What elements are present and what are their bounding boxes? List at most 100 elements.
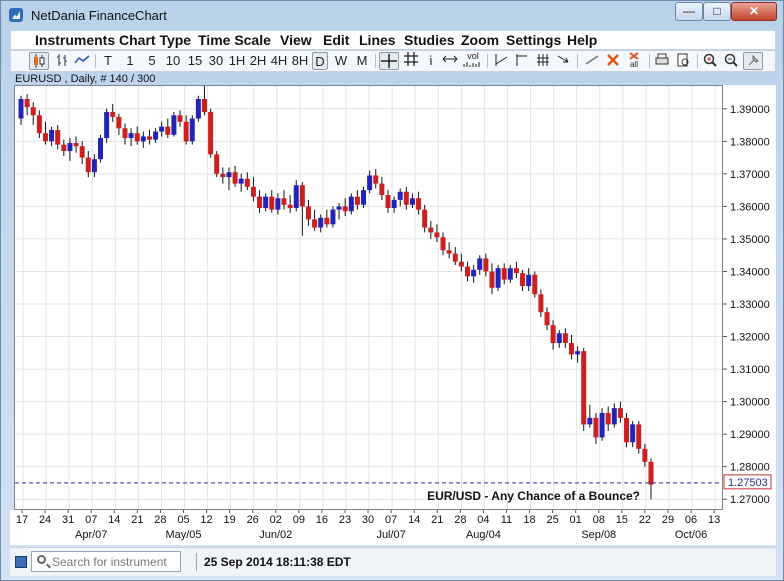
menu-help[interactable]: Help (567, 32, 597, 48)
fibonacci-icon[interactable] (534, 52, 552, 70)
menu-studies[interactable]: Studies (404, 32, 455, 48)
timescale-1h[interactable]: 1H (228, 52, 246, 70)
window-title: NetDania FinanceChart (31, 8, 167, 23)
x-month-label: Oct/06 (675, 529, 707, 541)
timescale-monthly[interactable]: M (354, 52, 370, 70)
pointer-line-icon[interactable] (555, 52, 573, 70)
y-tick-label: 1.30000 (730, 397, 770, 409)
x-tick-label: 23 (339, 514, 351, 526)
timescale-10min[interactable]: 10 (164, 52, 182, 70)
close-button[interactable]: ✕ (731, 2, 777, 21)
candle-down (214, 154, 220, 174)
price-axis[interactable]: 1.39000 1.38000 1.37000 1.36000 1.35000 1.340… (723, 85, 776, 510)
y-tick-label: 1.36000 (730, 201, 770, 213)
app-window: NetDania FinanceChart — □ ✕ Instruments … (0, 0, 784, 581)
candle-up (630, 424, 636, 443)
candle-down (165, 126, 171, 135)
time-axis[interactable]: 17 24 31 07 14 21 28 05 12 19 26 02 09 16 23 30 07 14 21 28… (10, 510, 776, 545)
crosshair-icon[interactable] (379, 52, 399, 70)
menu-settings[interactable]: Settings (506, 32, 561, 48)
candle-up (611, 408, 617, 425)
candle-up (67, 142, 73, 152)
trendline-icon[interactable] (492, 52, 510, 70)
zoom-out-icon[interactable] (722, 52, 740, 70)
search-icon (37, 555, 46, 564)
minimize-button[interactable]: — (675, 2, 703, 21)
delete-drawing-icon[interactable] (604, 52, 622, 70)
candle-up (171, 115, 177, 135)
candle-up (495, 268, 501, 288)
candle-up (195, 99, 201, 119)
search-input[interactable]: Search for instrument (31, 551, 181, 572)
x-tick-label: 29 (662, 514, 674, 526)
x-tick-label: 21 (131, 514, 143, 526)
candle-down (36, 115, 42, 134)
candle-down (220, 173, 226, 178)
timescale-tick[interactable]: T (101, 52, 115, 70)
timescale-8h[interactable]: 8H (291, 52, 309, 70)
timescale-15min[interactable]: 15 (186, 52, 204, 70)
ray-line-icon[interactable] (513, 52, 531, 70)
instrument-list-icon[interactable] (15, 556, 27, 568)
chart-canvas[interactable]: EUR/USD - Any Chance of a Bounce? (15, 79, 722, 509)
candle-up (507, 268, 513, 280)
x-tick-label: 04 (477, 514, 489, 526)
volume-label: vol (467, 51, 479, 61)
menu-lines[interactable]: Lines (359, 32, 396, 48)
volume-icon[interactable]: vol (463, 52, 483, 70)
y-tick-label: 1.28000 (730, 462, 770, 474)
timescale-30min[interactable]: 30 (207, 52, 225, 70)
chart-plot-area[interactable]: EUR/USD - Any Chance of a Bounce? (14, 79, 723, 510)
maximize-button[interactable]: □ (703, 2, 731, 21)
draw-line-icon[interactable] (583, 52, 601, 70)
candlestick-icon[interactable] (29, 52, 49, 70)
x-tick-label: 28 (154, 514, 166, 526)
candle-down (61, 144, 67, 152)
pin-icon[interactable] (743, 52, 763, 70)
candle-down (489, 271, 495, 288)
menu-edit[interactable]: Edit (323, 32, 349, 48)
menu-chart-type[interactable]: Chart Type (119, 32, 191, 48)
ohlc-bar-icon[interactable] (53, 52, 71, 70)
candle-down (636, 424, 642, 449)
candle-up (238, 178, 244, 184)
scroll-horizontal-icon[interactable] (441, 52, 459, 70)
candle-down (465, 266, 471, 277)
candle-down (416, 198, 422, 210)
instrument-label: EURUSD , Daily, # 140 / 300 (15, 73, 156, 85)
print-preview-icon[interactable] (674, 52, 692, 70)
candle-up (91, 159, 97, 173)
menu-zoom[interactable]: Zoom (461, 32, 499, 48)
timescale-weekly[interactable]: W (333, 52, 349, 70)
timescale-daily[interactable]: D (312, 52, 328, 70)
menu-view[interactable]: View (280, 32, 312, 48)
x-tick-label: 15 (616, 514, 628, 526)
candle-down (440, 237, 446, 251)
info-icon[interactable]: i (425, 52, 437, 70)
timescale-5min[interactable]: 5 (145, 52, 159, 70)
timescale-4h[interactable]: 4H (270, 52, 288, 70)
zoom-in-icon[interactable] (701, 52, 719, 70)
grid-icon[interactable] (403, 52, 419, 70)
x-tick-label: 12 (200, 514, 212, 526)
menu-time-scale[interactable]: Time Scale (198, 32, 271, 48)
line-chart-icon[interactable] (73, 52, 91, 70)
candle-down (42, 133, 48, 142)
timescale-1min[interactable]: 1 (123, 52, 137, 70)
x-tick-label: 31 (62, 514, 74, 526)
timescale-2h[interactable]: 2H (249, 52, 267, 70)
candle-down (379, 183, 385, 196)
candle-up (226, 172, 232, 178)
y-tick-label: 1.32000 (730, 332, 770, 344)
candle-up (293, 185, 299, 209)
print-icon[interactable] (653, 52, 671, 70)
x-month-label: Aug/04 (466, 529, 501, 541)
candle-down (605, 413, 611, 425)
x-tick-label: 01 (570, 514, 582, 526)
delete-all-icon[interactable]: all (625, 52, 643, 70)
candle-up (348, 196, 354, 212)
candle-up (409, 198, 415, 205)
y-tick-label: 1.27000 (730, 494, 770, 506)
menu-instruments[interactable]: Instruments (35, 32, 115, 48)
x-tick-label: 25 (546, 514, 558, 526)
